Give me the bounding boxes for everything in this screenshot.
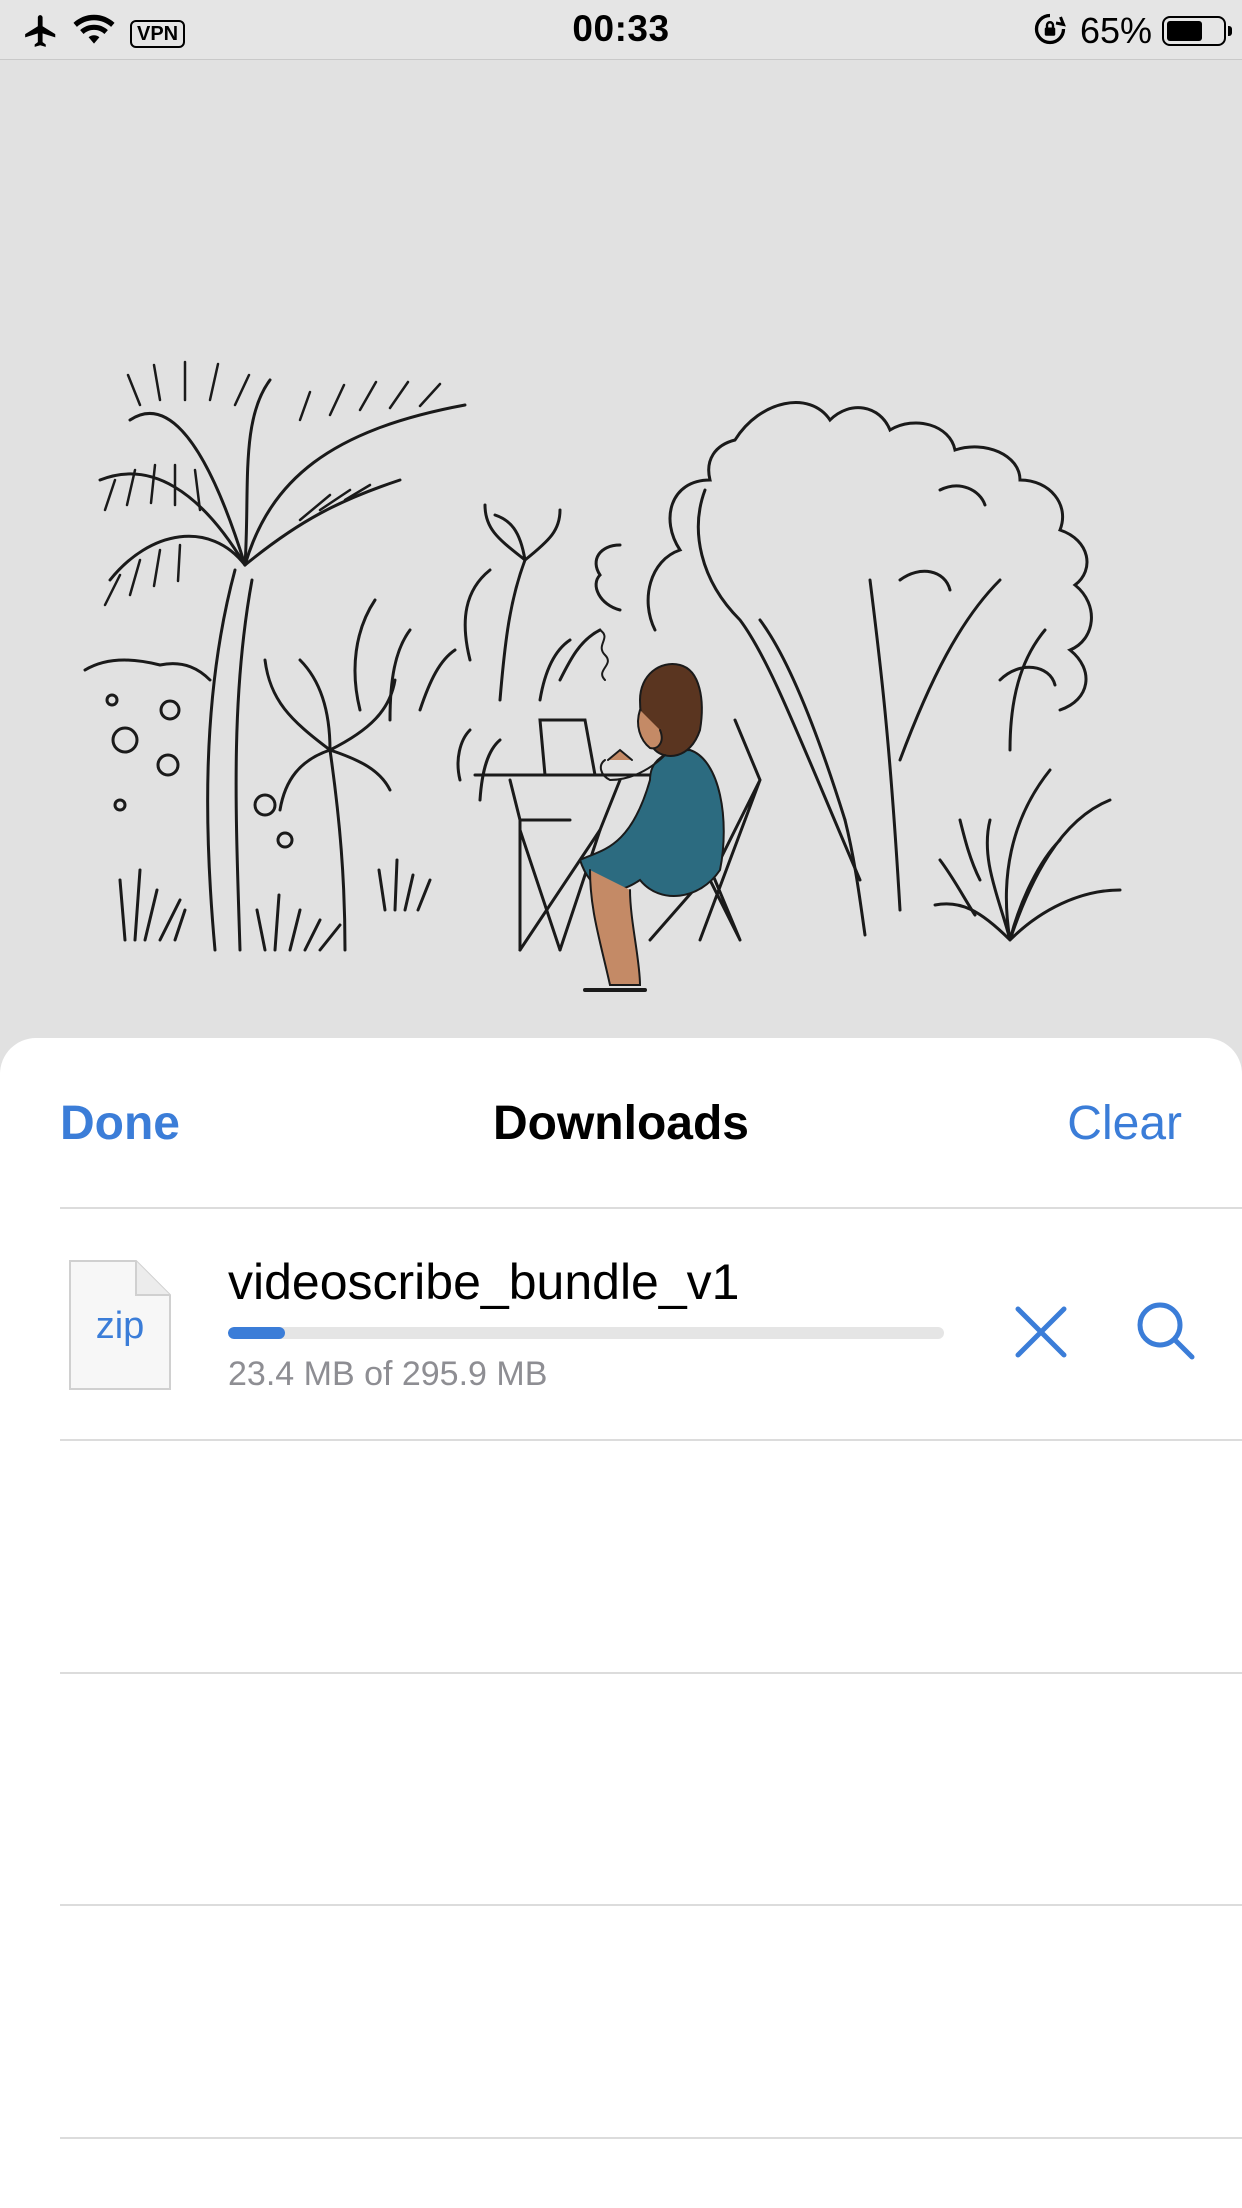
cancel-download-button[interactable] — [1008, 1299, 1074, 1365]
zip-file-icon: zip — [68, 1259, 172, 1391]
file-size-status: 23.4 MB of 295.9 MB — [228, 1355, 548, 1393]
file-name: videoscribe_bundle_v1 — [228, 1254, 740, 1310]
search-icon — [1137, 1302, 1195, 1360]
file-type-label: zip — [95, 1305, 145, 1347]
download-progress-fill — [228, 1327, 285, 1339]
battery-icon — [1162, 16, 1232, 46]
download-row[interactable]: zip videoscribe_bundle_v1 23.4 MB of 295… — [0, 1209, 1242, 1441]
nav-bar: Done Downloads Clear — [0, 1038, 1242, 1207]
separator — [60, 1672, 1242, 1674]
separator — [60, 2137, 1242, 2139]
status-right: 65% — [1032, 10, 1232, 52]
download-progress-bar — [228, 1327, 944, 1339]
show-in-files-button[interactable] — [1132, 1297, 1200, 1365]
separator — [60, 1904, 1242, 1906]
downloads-sheet: Done Downloads Clear zip videoscribe_bun… — [0, 1038, 1242, 2208]
illustration-woman-at-cafe-table-icon — [0, 60, 1242, 1040]
battery-percent: 65% — [1079, 10, 1152, 51]
orientation-lock-icon — [1032, 11, 1068, 52]
close-icon — [1015, 1306, 1067, 1358]
page-title: Downloads — [492, 1097, 749, 1150]
status-bar: VPN 00:33 65% — [0, 0, 1242, 60]
separator — [60, 1439, 1242, 1441]
clear-button[interactable]: Clear — [1067, 1096, 1182, 1151]
